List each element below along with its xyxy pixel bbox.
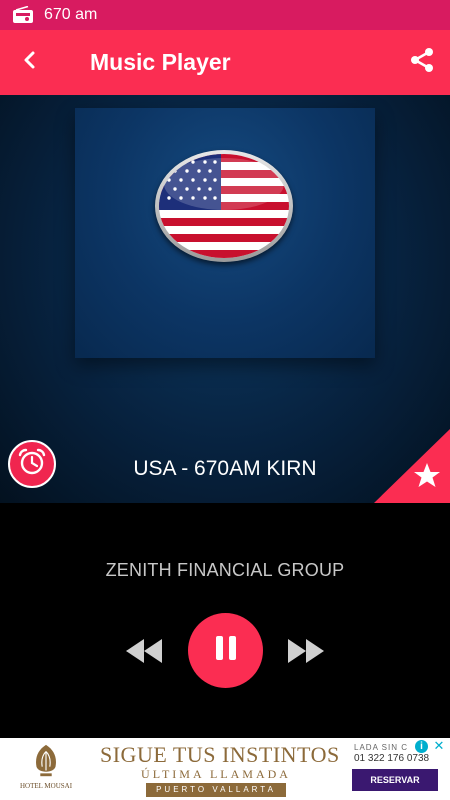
ad-subline: ÚLTIMA LLAMADA (141, 767, 291, 781)
rewind-icon (122, 639, 166, 670)
hotel-logo-icon (36, 744, 56, 777)
chevron-left-icon (20, 50, 40, 75)
now-playing-text: ZENITH FINANCIAL GROUP (105, 560, 345, 580)
ad-headline: SIGUE TUS INSTINTOS (100, 742, 340, 767)
rewind-button[interactable] (122, 636, 166, 666)
ad-call-label: LADA SIN C (354, 743, 409, 752)
back-button[interactable] (0, 30, 60, 95)
ad-close-icon[interactable]: ✕ (432, 739, 446, 753)
page-title: Music Player (90, 49, 231, 75)
app-bar: Music Player (0, 30, 450, 95)
status-bar: 670 am (0, 0, 450, 30)
ad-reserve-button[interactable]: RESERVAR (352, 769, 438, 791)
ad-banner[interactable]: HOTEL MOUSAI SIGUE TUS INSTINTOS ÚLTIMA … (0, 738, 450, 800)
share-icon (409, 47, 435, 78)
player-hero: USA - 670AM KIRN (0, 95, 450, 503)
ad-logo-text: HOTEL MOUSAI (19, 782, 73, 790)
pause-icon (211, 633, 241, 668)
pause-button[interactable] (188, 613, 263, 688)
ad-phone: 01 322 176 0738 (354, 753, 430, 764)
ad-logo: HOTEL MOUSAI (20, 742, 72, 798)
player-controls: ZENITH FINANCIAL GROUP (0, 503, 450, 738)
share-button[interactable] (406, 46, 438, 78)
radio-icon (12, 5, 34, 24)
station-artwork (75, 108, 375, 358)
fast-forward-icon (284, 639, 328, 670)
fast-forward-button[interactable] (284, 636, 328, 666)
ad-location: PUERTO VALLARTA (146, 783, 286, 797)
usa-flag-icon (155, 150, 293, 262)
ad-info-icon[interactable]: i (415, 740, 428, 753)
favorite-button[interactable] (374, 429, 450, 503)
status-title: 670 am (44, 6, 98, 23)
